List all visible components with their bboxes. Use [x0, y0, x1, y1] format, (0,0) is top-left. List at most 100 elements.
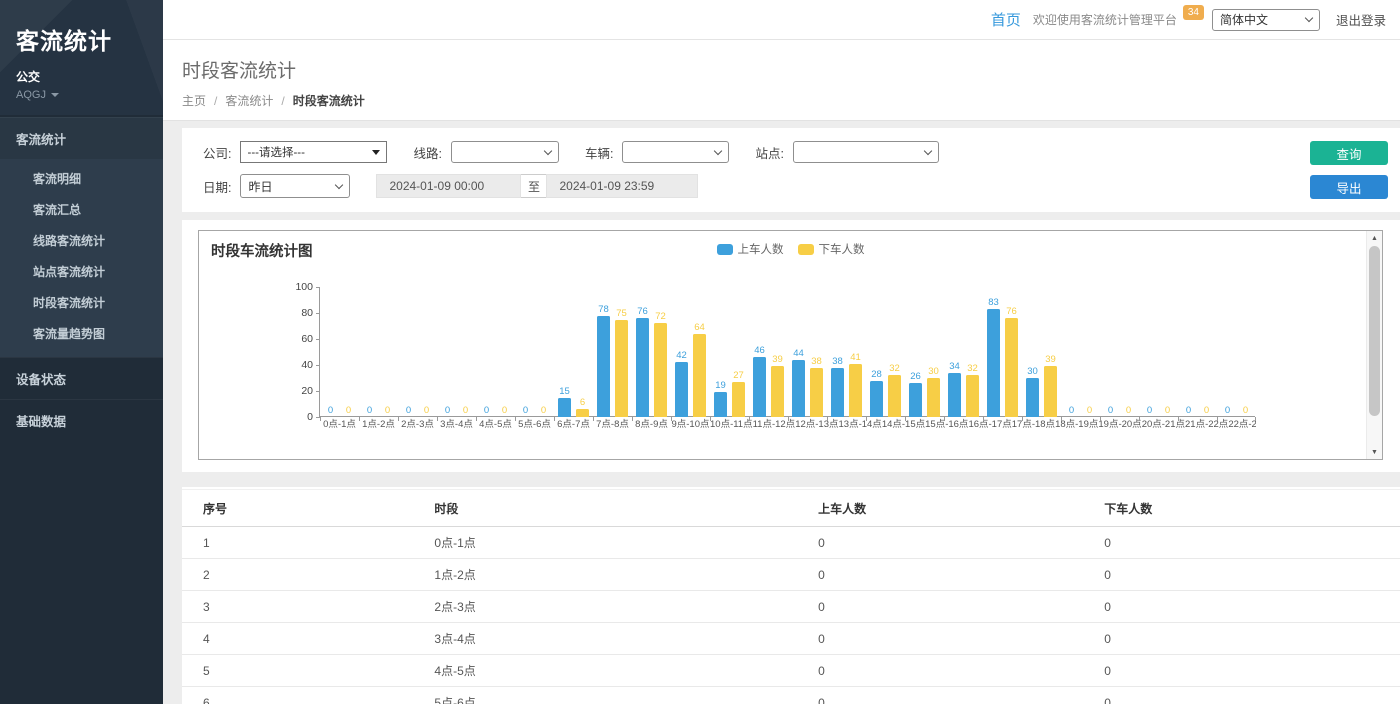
bar-value-label: 46 — [754, 346, 765, 356]
y-axis-label: 0 — [307, 412, 313, 422]
bar-value-label: 30 — [1027, 367, 1038, 377]
chart-bar-group: 2630 — [905, 287, 944, 417]
chart-legend: 上车人数 下车人数 — [717, 241, 865, 257]
chart-bar — [576, 409, 589, 417]
table-cell: 0 — [1083, 527, 1400, 559]
table-cell: 0 — [797, 623, 1083, 655]
chart-bar — [792, 360, 805, 417]
legend-boarding[interactable]: 上车人数 — [717, 241, 784, 257]
bar-column: 30 — [926, 287, 942, 417]
legend-swatch-boarding — [717, 244, 733, 255]
axis-tick — [1022, 417, 1023, 421]
table-cell: 5点-6点 — [413, 687, 797, 704]
bar-value-label: 0 — [523, 406, 528, 416]
breadcrumb-home[interactable]: 主页 — [182, 92, 206, 109]
bar-column: 28 — [869, 287, 885, 417]
bar-value-label: 0 — [406, 406, 411, 416]
sidebar-section-header[interactable]: 客流统计 — [0, 117, 163, 159]
vehicle-select[interactable] — [622, 141, 729, 163]
date-from-input[interactable] — [376, 174, 521, 198]
scrollbar-thumb[interactable] — [1369, 246, 1380, 416]
sidebar-subitem[interactable]: 站点客流统计 — [0, 256, 163, 287]
table-header-cell: 下车人数 — [1083, 490, 1400, 527]
sidebar-subitem[interactable]: 客流量趋势图 — [0, 318, 163, 349]
date-to-input[interactable] — [546, 174, 698, 198]
sidebar-section-header[interactable]: 基础数据 — [0, 399, 163, 441]
line-label: 线路: — [413, 143, 441, 162]
logout-link[interactable]: 退出登录 — [1336, 10, 1386, 29]
chart-bar — [753, 357, 766, 417]
x-axis-label: 21点-22点 — [1185, 418, 1228, 431]
table-row: 65点-6点00 — [182, 687, 1400, 704]
language-select[interactable]: 简体中文 — [1212, 9, 1320, 31]
chart-bar-group: 00 — [476, 287, 515, 417]
sidebar-subitem[interactable]: 客流汇总 — [0, 194, 163, 225]
bar-column: 39 — [1043, 287, 1059, 417]
x-axis-label: 0点-1点 — [320, 418, 359, 431]
home-link[interactable]: 首页 — [991, 9, 1021, 30]
chart-bar — [675, 362, 688, 417]
bar-column: 0 — [1103, 287, 1119, 417]
chart-bar — [636, 318, 649, 417]
x-axis-label: 16点-17点 — [968, 418, 1011, 431]
sidebar-subitem[interactable]: 客流明细 — [0, 163, 163, 194]
station-select[interactable] — [793, 141, 939, 163]
sidebar-section-header[interactable]: 设备状态 — [0, 357, 163, 399]
company-select[interactable]: ---请选择--- — [240, 141, 387, 163]
chart-bar — [810, 368, 823, 417]
content: 公司: ---请选择--- 线路: 车辆: 站点: — [163, 121, 1400, 704]
app-root: 客流统计 公交 AQGJ 客流统计客流明细客流汇总线路客流统计站点客流统计时段客… — [0, 0, 1400, 704]
bar-column: 19 — [713, 287, 729, 417]
bar-column: 0 — [419, 287, 435, 417]
bar-value-label: 42 — [676, 351, 687, 361]
table-panel: 序号时段上车人数下车人数 10点-1点0021点-2点0032点-3点0043点… — [182, 487, 1400, 704]
breadcrumb-current: 时段客流统计 — [293, 92, 365, 109]
org-code-label: AQGJ — [16, 89, 46, 101]
scroll-down-icon[interactable]: ▼ — [1367, 445, 1382, 459]
y-axis-label: 40 — [301, 360, 313, 370]
sidebar-submenu: 客流明细客流汇总线路客流统计站点客流统计时段客流统计客流量趋势图 — [0, 159, 163, 357]
table-cell: 0 — [797, 527, 1083, 559]
axis-tick — [671, 417, 672, 421]
date-preset-select[interactable]: 昨日 — [240, 174, 350, 198]
chart-title: 时段车流统计图 — [211, 240, 313, 261]
sidebar-section: 设备状态 — [0, 357, 163, 399]
bar-value-label: 76 — [1006, 307, 1017, 317]
axis-tick — [1139, 417, 1140, 421]
bar-column: 0 — [440, 287, 456, 417]
notification-badge[interactable]: 34 — [1183, 5, 1204, 20]
bar-value-label: 75 — [616, 309, 627, 319]
legend-alighting[interactable]: 下车人数 — [798, 241, 865, 257]
bar-column: 0 — [1142, 287, 1158, 417]
scroll-up-icon[interactable]: ▲ — [1367, 231, 1382, 245]
bar-column: 39 — [770, 287, 786, 417]
welcome-text: 欢迎使用客流统计管理平台 — [1033, 11, 1177, 28]
sidebar-section: 客流统计客流明细客流汇总线路客流统计站点客流统计时段客流统计客流量趋势图 — [0, 117, 163, 357]
export-button[interactable]: 导出 — [1310, 175, 1388, 199]
bar-column: 0 — [479, 287, 495, 417]
chart-bar-group: 3432 — [944, 287, 983, 417]
query-button[interactable]: 查询 — [1310, 141, 1388, 165]
breadcrumb-section[interactable]: 客流统计 — [225, 92, 273, 109]
chart-bar — [615, 320, 628, 418]
sidebar-menu: 客流统计客流明细客流汇总线路客流统计站点客流统计时段客流统计客流量趋势图设备状态… — [0, 117, 163, 441]
bar-value-label: 0 — [1165, 406, 1170, 416]
chart-bar — [1005, 318, 1018, 417]
sidebar-subitem[interactable]: 线路客流统计 — [0, 225, 163, 256]
chevron-down-icon — [714, 146, 722, 154]
bar-column: 0 — [1220, 287, 1236, 417]
bar-value-label: 39 — [772, 355, 783, 365]
table-row: 10点-1点00 — [182, 527, 1400, 559]
org-code-dropdown[interactable]: AQGJ — [16, 89, 163, 101]
line-select[interactable] — [451, 141, 559, 163]
chevron-down-icon — [1305, 14, 1313, 22]
sidebar-subitem[interactable]: 时段客流统计 — [0, 287, 163, 318]
table-cell: 0点-1点 — [413, 527, 797, 559]
axis-tick — [944, 417, 945, 421]
chart-bar — [948, 373, 961, 417]
chart-scrollbar[interactable]: ▲ ▼ — [1366, 231, 1382, 459]
chart-plot-area: 0000000000001567875767242641927463944383… — [319, 287, 1255, 417]
bar-column: 0 — [401, 287, 417, 417]
axis-tick — [1255, 417, 1256, 421]
bar-column: 0 — [362, 287, 378, 417]
